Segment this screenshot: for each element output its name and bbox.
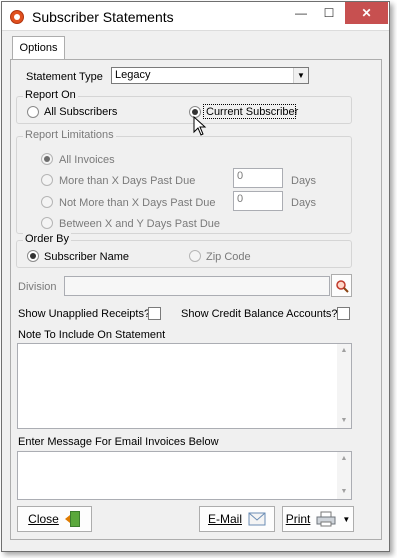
order-by-title: Order By: [23, 233, 72, 245]
print-button-label: Print: [285, 512, 311, 526]
all-invoices-label: All Invoices: [59, 154, 115, 166]
chevron-down-icon[interactable]: ▼: [293, 68, 308, 83]
zip-code-radio[interactable]: [189, 250, 201, 262]
more-than-x-days-input[interactable]: 0: [233, 168, 283, 188]
scroll-up-icon[interactable]: ▲: [337, 344, 351, 358]
email-message-label: Enter Message For Email Invoices Below: [18, 436, 219, 448]
minimize-button[interactable]: —: [287, 2, 315, 24]
mouse-cursor-icon: [193, 116, 207, 136]
show-unapplied-checkbox[interactable]: [148, 307, 161, 320]
scroll-up-icon[interactable]: ▲: [337, 452, 351, 466]
division-search-button[interactable]: [331, 274, 352, 297]
subscriber-statements-window: Subscriber Statements — ☐ ✕ Options Stat…: [1, 1, 390, 552]
statement-type-value: Legacy: [115, 69, 151, 81]
note-textarea[interactable]: ▲ ▼: [17, 343, 352, 429]
window-close-button[interactable]: ✕: [345, 2, 388, 24]
chevron-down-icon[interactable]: ▼: [342, 515, 350, 524]
all-subscribers-label: All Subscribers: [44, 106, 118, 118]
envelope-icon: [248, 512, 266, 526]
report-on-group: Report On All Subscribers Current Subscr…: [16, 89, 352, 124]
close-button-label: Close: [28, 512, 59, 526]
not-more-than-x-days-radio[interactable]: [41, 196, 53, 208]
subscriber-name-radio[interactable]: [27, 250, 39, 262]
show-credit-label: Show Credit Balance Accounts?: [181, 308, 338, 320]
note-label: Note To Include On Statement: [18, 329, 166, 341]
magnifier-icon: [335, 279, 349, 293]
scroll-down-icon[interactable]: ▼: [337, 414, 351, 428]
close-button[interactable]: Close: [17, 506, 92, 532]
report-limitations-group: Report Limitations All Invoices More tha…: [16, 129, 352, 234]
printer-icon: [316, 511, 336, 527]
report-limitations-title: Report Limitations: [23, 129, 116, 141]
exit-door-icon: [64, 511, 80, 527]
title-bar: Subscriber Statements — ☐ ✕: [2, 2, 389, 31]
scroll-down-icon[interactable]: ▼: [337, 485, 351, 499]
subscriber-name-label: Subscriber Name: [44, 251, 129, 263]
note-scrollbar[interactable]: ▲ ▼: [337, 344, 351, 428]
more-than-days-unit: Days: [291, 175, 317, 187]
email-message-scrollbar[interactable]: ▲ ▼: [337, 452, 351, 499]
email-button-label: E-Mail: [207, 512, 242, 526]
zip-code-label: Zip Code: [206, 251, 251, 263]
maximize-button[interactable]: ☐: [315, 2, 343, 24]
not-more-than-x-days-input[interactable]: 0: [233, 191, 283, 211]
statement-type-select[interactable]: Legacy ▼: [111, 67, 309, 84]
window-title: Subscriber Statements: [32, 9, 174, 25]
more-than-x-days-label: More than X Days Past Due: [59, 175, 196, 187]
between-x-y-days-radio[interactable]: [41, 217, 53, 229]
division-input[interactable]: [64, 276, 330, 296]
app-logo-icon: [10, 10, 24, 24]
focus-rectangle: [203, 104, 296, 119]
report-on-title: Report On: [23, 89, 78, 101]
print-button[interactable]: Print ▼: [282, 506, 354, 532]
tab-options[interactable]: Options: [12, 36, 65, 60]
email-button[interactable]: E-Mail: [199, 506, 275, 532]
statement-type-label: Statement Type: [26, 71, 103, 83]
all-invoices-radio[interactable]: [41, 153, 53, 165]
email-message-textarea[interactable]: ▲ ▼: [17, 451, 352, 500]
show-unapplied-label: Show Unapplied Receipts?: [18, 308, 151, 320]
division-label: Division: [18, 281, 57, 293]
all-subscribers-radio[interactable]: [27, 106, 39, 118]
not-more-than-days-unit: Days: [291, 197, 317, 209]
not-more-than-x-days-label: Not More than X Days Past Due: [59, 197, 216, 209]
between-x-y-days-label: Between X and Y Days Past Due: [59, 218, 221, 230]
order-by-group: Order By Subscriber Name Zip Code: [16, 233, 352, 268]
more-than-x-days-radio[interactable]: [41, 174, 53, 186]
show-credit-checkbox[interactable]: [337, 307, 350, 320]
